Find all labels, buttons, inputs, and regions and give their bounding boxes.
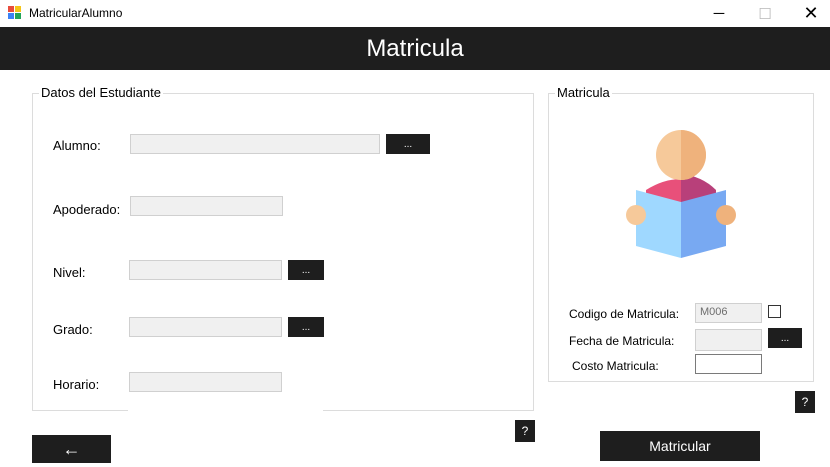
grado-label: Grado: bbox=[53, 322, 93, 337]
close-button[interactable]: ✕ bbox=[788, 0, 830, 27]
student-reading-icon bbox=[626, 130, 736, 258]
grado-field[interactable] bbox=[129, 317, 282, 337]
alumno-browse-button[interactable]: ... bbox=[386, 134, 430, 154]
nivel-field[interactable] bbox=[129, 260, 282, 280]
horario-field[interactable] bbox=[129, 372, 282, 392]
matricula-help-button[interactable]: ? bbox=[795, 391, 815, 413]
costo-field[interactable] bbox=[695, 354, 762, 374]
minimize-button[interactable]: ─ bbox=[696, 0, 742, 27]
apoderado-label: Apoderado: bbox=[53, 202, 121, 217]
app-icon bbox=[8, 6, 22, 20]
matricula-group-legend: Matricula bbox=[555, 85, 612, 100]
back-button[interactable]: ← bbox=[32, 435, 111, 463]
student-group-legend: Datos del Estudiante bbox=[39, 85, 163, 100]
horario-label: Horario: bbox=[53, 377, 100, 392]
dropdown-remnant bbox=[128, 405, 323, 419]
codigo-checkbox[interactable] bbox=[768, 305, 781, 318]
maximize-button[interactable]: ☐ bbox=[742, 0, 788, 27]
apoderado-field[interactable] bbox=[130, 196, 283, 216]
nivel-browse-button[interactable]: ... bbox=[288, 260, 324, 280]
fecha-label: Fecha de Matricula: bbox=[569, 334, 675, 348]
alumno-field[interactable] bbox=[130, 134, 380, 154]
page-header: Matricula bbox=[0, 27, 830, 70]
window-titlebar: MatricularAlumno ─ ☐ ✕ bbox=[0, 0, 830, 27]
student-help-button[interactable]: ? bbox=[515, 420, 535, 442]
fecha-browse-button[interactable]: ... bbox=[768, 328, 802, 348]
window-title: MatricularAlumno bbox=[29, 6, 123, 20]
grado-browse-button[interactable]: ... bbox=[288, 317, 324, 337]
costo-label: Costo Matricula: bbox=[572, 359, 659, 373]
codigo-label: Codigo de Matricula: bbox=[569, 307, 680, 321]
nivel-label: Nivel: bbox=[53, 265, 86, 280]
matricular-button[interactable]: Matricular bbox=[600, 431, 760, 461]
fecha-field[interactable] bbox=[695, 329, 762, 351]
alumno-label: Alumno: bbox=[53, 138, 101, 153]
codigo-field[interactable]: M006 bbox=[695, 303, 762, 323]
page-title: Matricula bbox=[366, 34, 464, 62]
